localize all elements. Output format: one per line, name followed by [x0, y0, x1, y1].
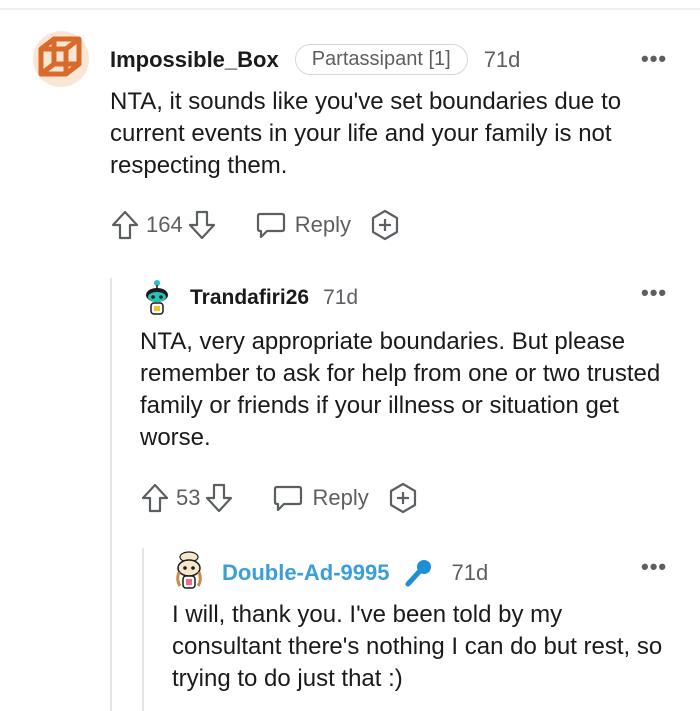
- username[interactable]: Double-Ad-9995: [222, 560, 389, 586]
- more-options-button[interactable]: •••: [641, 48, 667, 70]
- comment-body: NTA, very appropriate boundaries. But pl…: [140, 328, 661, 451]
- comment-1-header: Impossible_Box Partassipant [1] 71d: [110, 44, 520, 75]
- comment-2-actions: 53 Reply: [140, 481, 419, 515]
- reply-label: Reply: [312, 485, 369, 510]
- comment-body: NTA, it sounds like you've set boundarie…: [110, 88, 622, 179]
- comment-3-header: Double-Ad-9995 71d: [222, 558, 488, 588]
- thread-line-level-2[interactable]: [142, 548, 144, 711]
- add-award-icon: [371, 209, 399, 241]
- upvote-arrow-icon: [141, 483, 169, 513]
- upvote-button[interactable]: [110, 209, 140, 241]
- award-button[interactable]: [369, 209, 401, 241]
- vote-count: 164: [146, 212, 183, 237]
- timestamp: 71d: [451, 560, 489, 585]
- downvote-arrow-icon: [188, 210, 215, 240]
- username[interactable]: Trandafiri26: [190, 286, 309, 310]
- downvote-button[interactable]: [204, 482, 234, 514]
- thread-line-level-1[interactable]: [110, 278, 112, 711]
- add-award-icon: [389, 482, 416, 514]
- snoo-avatar-icon[interactable]: [140, 278, 174, 325]
- upvote-arrow-icon: [111, 210, 139, 240]
- vote-count: 53: [176, 485, 201, 510]
- username[interactable]: Impossible_Box: [110, 47, 279, 73]
- downvote-arrow-icon: [206, 483, 233, 513]
- more-options-button[interactable]: •••: [641, 556, 667, 578]
- comment-body: I will, thank you. I've been told by my …: [172, 601, 663, 692]
- top-divider: [0, 8, 700, 10]
- reply-button[interactable]: Reply: [255, 210, 351, 240]
- downvote-button[interactable]: [187, 209, 217, 241]
- chat-bubble-icon: [274, 485, 303, 512]
- microphone-icon: [403, 558, 433, 588]
- timestamp: 71d: [483, 46, 521, 72]
- chat-bubble-icon: [256, 212, 285, 239]
- wire-cube-avatar-icon[interactable]: [32, 30, 90, 93]
- reply-button[interactable]: Reply: [272, 483, 369, 513]
- user-flair: Partassipant [1]: [294, 44, 468, 75]
- reply-label: Reply: [294, 212, 351, 237]
- timestamp: 71d: [323, 286, 359, 309]
- comment-1-actions: 164 Reply: [110, 208, 401, 242]
- snoo-avatar-icon[interactable]: [172, 550, 206, 597]
- award-button[interactable]: [387, 482, 419, 514]
- upvote-button[interactable]: [140, 482, 170, 514]
- more-options-button[interactable]: •••: [641, 282, 667, 304]
- comment-2-header: Trandafiri26 71d: [190, 286, 358, 310]
